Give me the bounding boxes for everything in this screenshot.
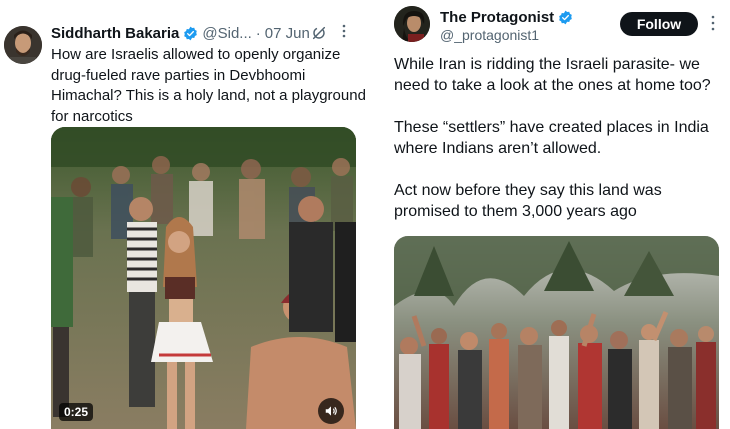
author-name[interactable]: Siddharth Bakaria: [51, 25, 179, 42]
tweet-paragraph-1: While Iran is ridding the Israeli parasi…: [394, 56, 711, 94]
separator-dot: ·: [255, 24, 261, 42]
author-avatar[interactable]: [394, 6, 430, 42]
grok-icon[interactable]: [311, 25, 327, 41]
more-options-icon[interactable]: [342, 24, 346, 38]
tweet-left: Siddharth Bakaria @Sid... · 07 Jun How a…: [0, 0, 372, 429]
tweet-right: The Protagonist @_protagonist1 Follow Wh…: [380, 0, 730, 429]
tweet-header: Siddharth Bakaria @Sid... · 07 Jun: [51, 24, 310, 42]
tweet-paragraph-3: Act now before they say this land was pr…: [394, 182, 662, 220]
divider: [372, 0, 380, 429]
follow-button[interactable]: Follow: [620, 12, 698, 36]
verified-badge-icon: [183, 26, 198, 41]
tweet-date[interactable]: 07 Jun: [265, 25, 310, 42]
crowd-photo-image: [394, 236, 719, 429]
tweet-image[interactable]: [394, 236, 719, 429]
video-frame-image: [51, 127, 356, 429]
author-name[interactable]: The Protagonist: [440, 9, 554, 26]
tweet-video[interactable]: 0:25: [51, 127, 356, 429]
volume-icon[interactable]: [318, 398, 344, 424]
verified-badge-icon: [558, 10, 573, 25]
author-name-row: The Protagonist: [440, 9, 573, 26]
author-handle[interactable]: @Sid...: [202, 25, 251, 42]
tweet-paragraph-2: These “settlers” have created places in …: [394, 119, 709, 157]
tweet-text: How are Israelis allowed to openly organ…: [51, 46, 366, 125]
video-duration: 0:25: [59, 403, 94, 421]
more-options-icon[interactable]: [708, 14, 718, 32]
author-avatar[interactable]: [4, 26, 42, 64]
author-handle[interactable]: @_protagonist1: [440, 27, 539, 43]
